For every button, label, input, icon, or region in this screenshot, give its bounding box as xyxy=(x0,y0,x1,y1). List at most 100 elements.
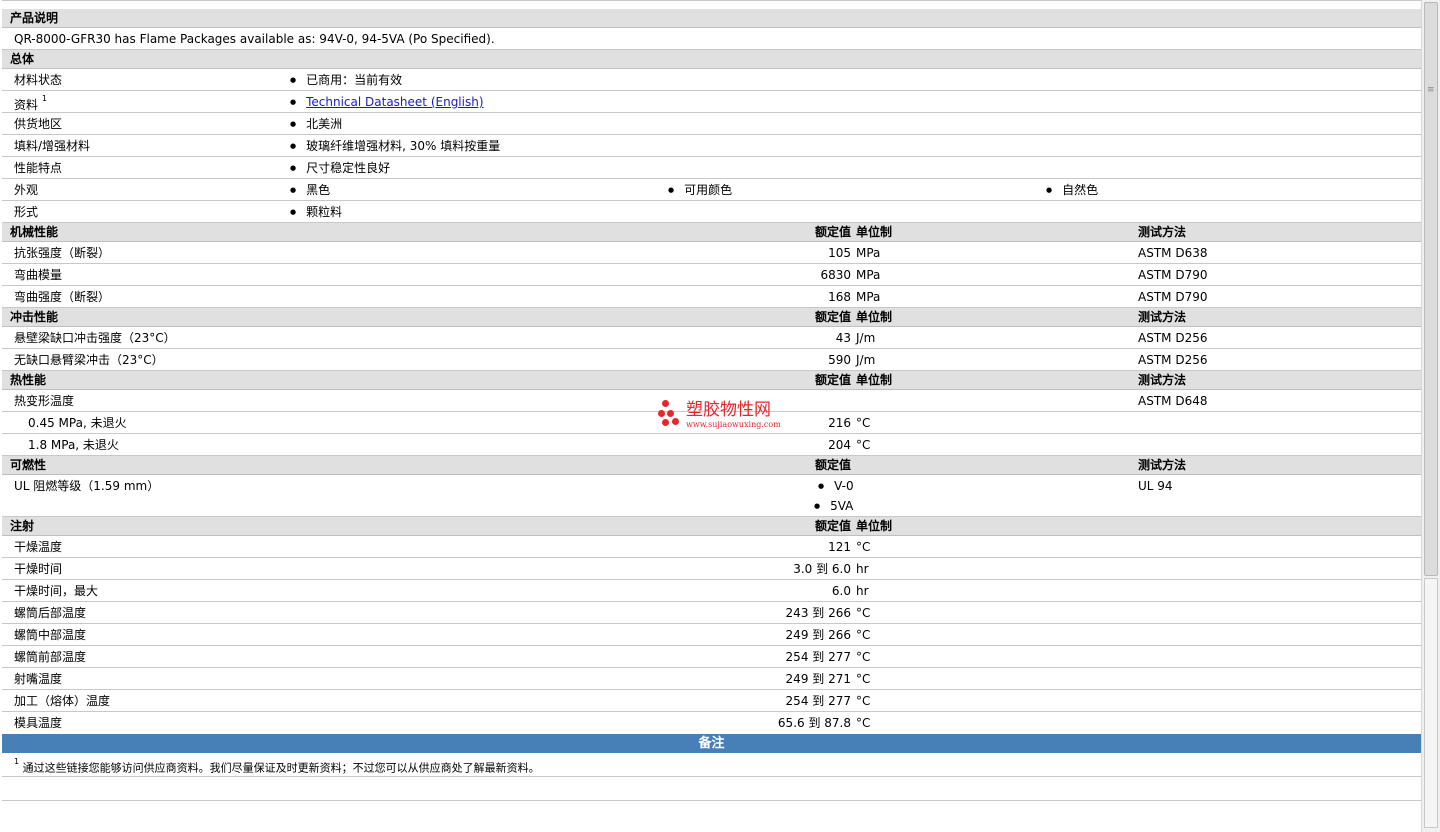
row-unit: °C xyxy=(856,416,871,430)
property-row: 弯曲模量 6830 MPa ASTM D790 xyxy=(2,264,1421,286)
row-unit: MPa xyxy=(856,290,881,304)
row-unit: °C xyxy=(856,438,871,452)
property-row-flammability: UL 阻燃等级（1.59 mm） V-0 5VA UL 94 xyxy=(2,475,1421,517)
row-label: UL 阻燃等级（1.59 mm） xyxy=(14,479,160,493)
notes-title: 备注 xyxy=(698,736,725,751)
section-title: 可燃性 xyxy=(10,458,47,472)
row-value: 6.0 xyxy=(831,584,851,598)
row-value: 3.0 到 6.0 xyxy=(793,562,851,576)
row-value: 254 到 277 xyxy=(785,650,851,664)
description-text: QR-8000-GFR30 has Flame Packages availab… xyxy=(14,32,495,46)
row-value: 204 xyxy=(828,438,851,452)
row-value: 254 到 277 xyxy=(785,694,851,708)
scrollbar-track-lower[interactable] xyxy=(1424,578,1438,828)
section-title: 机械性能 xyxy=(10,225,59,239)
column-unit: 单位制 xyxy=(856,310,893,324)
column-method: 测试方法 xyxy=(1138,310,1187,324)
column-unit: 单位制 xyxy=(856,225,893,239)
vertical-scrollbar[interactable]: ≡ xyxy=(1421,0,1440,832)
property-row: 1.8 MPa, 未退火 204 °C xyxy=(2,434,1421,456)
row-unit: J/m xyxy=(856,353,876,367)
section-header-injection: 注射 额定值 单位制 xyxy=(2,517,1421,536)
watermark-logo: 塑胶物性网 www.sujiaowuxing.com xyxy=(656,398,788,434)
row-value: 121 xyxy=(828,540,851,554)
column-rated: 额定值 xyxy=(814,519,851,533)
row-label: 供货地区 xyxy=(14,117,63,131)
technical-datasheet-link[interactable]: Technical Datasheet (English) xyxy=(306,95,483,109)
bullet-value: 自然色 xyxy=(1046,179,1098,203)
section-title: 总体 xyxy=(10,52,35,66)
property-row: 干燥时间，最大 6.0 hr xyxy=(2,580,1421,602)
property-row: 无缺口悬臂梁冲击（23°C） 590 J/m ASTM D256 xyxy=(2,349,1421,371)
property-row: 射嘴温度 249 到 271 °C xyxy=(2,668,1421,690)
footnote-ref: 1 xyxy=(41,94,47,103)
footnote-row: 1 通过这些链接您能够访问供应商资料。我们尽量保证及时更新资料；不过您可以从供应… xyxy=(2,753,1421,777)
row-method: UL 94 xyxy=(1138,479,1173,493)
row-label: 外观 xyxy=(14,183,39,197)
column-rated: 额定值 xyxy=(814,373,851,387)
property-row: 抗张强度（断裂） 105 MPa ASTM D638 xyxy=(2,242,1421,264)
property-row: 模具温度 65.6 到 87.8 °C xyxy=(2,712,1421,734)
row-unit: °C xyxy=(856,606,871,620)
watermark-url: www.sujiaowuxing.com xyxy=(686,420,781,429)
row-label: 干燥时间，最大 xyxy=(14,584,99,598)
general-row-status: 材料状态 已商用：当前有效 xyxy=(2,69,1421,91)
row-value: 6830 xyxy=(820,268,851,282)
row-label: 螺筒中部温度 xyxy=(14,628,87,642)
row-unit: °C xyxy=(856,628,871,642)
row-unit: °C xyxy=(856,694,871,708)
row-label: 抗张强度（断裂） xyxy=(14,246,111,260)
description-row: QR-8000-GFR30 has Flame Packages availab… xyxy=(2,28,1421,50)
blank-row xyxy=(2,777,1421,801)
property-row: 加工（熔体）温度 254 到 277 °C xyxy=(2,690,1421,712)
bullet-value: 颗粒料 xyxy=(290,201,342,225)
bullet-value: 已商用：当前有效 xyxy=(290,69,402,93)
column-method: 测试方法 xyxy=(1138,225,1187,239)
row-unit: °C xyxy=(856,540,871,554)
column-method: 测试方法 xyxy=(1138,373,1187,387)
row-unit: hr xyxy=(856,584,869,598)
section-header-general: 总体 xyxy=(2,50,1421,69)
watermark-title: 塑胶物性网 xyxy=(686,400,771,420)
section-header-mechanical: 机械性能 额定值 单位制 测试方法 xyxy=(2,223,1421,242)
row-label: 填料/增强材料 xyxy=(14,139,91,153)
row-unit: MPa xyxy=(856,246,881,260)
row-unit: MPa xyxy=(856,268,881,282)
bullet-value: 可用颜色 xyxy=(668,179,732,203)
property-row: 弯曲强度（断裂） 168 MPa ASTM D790 xyxy=(2,286,1421,308)
row-label: 加工（熔体）温度 xyxy=(14,694,111,708)
general-row-documents: 资料 1 Technical Datasheet (English) xyxy=(2,91,1421,113)
row-label: 悬壁梁缺口冲击强度（23°C） xyxy=(14,331,176,345)
bullet-value: 玻璃纤维增强材料, 30% 填料按重量 xyxy=(290,135,500,159)
row-value: 243 到 266 xyxy=(785,606,851,620)
column-unit: 单位制 xyxy=(856,519,893,533)
row-value: 249 到 271 xyxy=(785,672,851,686)
row-label: 螺筒前部温度 xyxy=(14,650,87,664)
row-method: ASTM D790 xyxy=(1138,268,1208,282)
bullet-value: 北美洲 xyxy=(290,113,342,137)
row-method: ASTM D790 xyxy=(1138,290,1208,304)
row-method: ASTM D648 xyxy=(1138,394,1208,408)
row-method: ASTM D256 xyxy=(1138,353,1208,367)
general-row-features: 性能特点 尺寸稳定性良好 xyxy=(2,157,1421,179)
section-title: 注射 xyxy=(10,519,35,533)
row-label: 弯曲强度（断裂） xyxy=(14,290,111,304)
general-row-filler: 填料/增强材料 玻璃纤维增强材料, 30% 填料按重量 xyxy=(2,135,1421,157)
property-row: 干燥温度 121 °C xyxy=(2,536,1421,558)
section-header-impact: 冲击性能 额定值 单位制 测试方法 xyxy=(2,308,1421,327)
section-title: 热性能 xyxy=(10,373,47,387)
row-label: 1.8 MPa, 未退火 xyxy=(28,438,119,452)
row-label: 无缺口悬臂梁冲击（23°C） xyxy=(14,353,164,367)
row-value: 249 到 266 xyxy=(785,628,851,642)
property-row: 螺筒后部温度 243 到 266 °C xyxy=(2,602,1421,624)
notes-header: 备注 xyxy=(2,734,1421,753)
section-header-description: 产品说明 xyxy=(2,9,1421,28)
row-label: 形式 xyxy=(14,205,39,219)
row-unit: °C xyxy=(856,716,871,730)
row-label: 射嘴温度 xyxy=(14,672,63,686)
row-label: 干燥时间 xyxy=(14,562,63,576)
row-unit: J/m xyxy=(856,331,876,345)
general-row-appearance: 外观 黑色 可用颜色 自然色 xyxy=(2,179,1421,201)
section-header-flammability: 可燃性 额定值 测试方法 xyxy=(2,456,1421,475)
bullet-value: 黑色 xyxy=(290,179,330,203)
